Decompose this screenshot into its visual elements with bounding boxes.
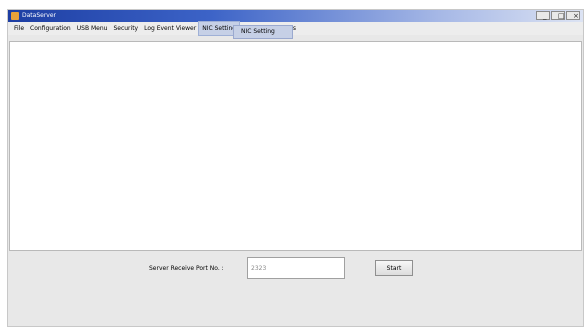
minimize-icon[interactable]: _ (536, 11, 550, 20)
window-controls: _ □ × (536, 11, 580, 20)
menu-log-event-viewer[interactable]: Log Event Viewer (141, 22, 199, 35)
main-content-area (9, 41, 582, 251)
menu-usb[interactable]: USB Menu (74, 22, 111, 35)
menu-file[interactable]: File (11, 22, 27, 35)
close-icon[interactable]: × (566, 11, 580, 20)
maximize-icon[interactable]: □ (551, 11, 565, 20)
menu-bar: File Configuration USB Menu Security Log… (8, 21, 583, 36)
menu-security[interactable]: Security (110, 22, 141, 35)
java-cup-icon (11, 12, 19, 20)
start-button[interactable]: Start (375, 260, 413, 276)
title-bar[interactable]: DataServer _ □ × (8, 10, 583, 22)
nic-setting-dropdown: NIC Setting (233, 25, 293, 39)
app-window: DataServer _ □ × File Configuration USB … (7, 9, 584, 327)
port-input[interactable] (247, 257, 345, 279)
port-label: Server Receive Port No. : (149, 265, 224, 272)
dropdown-item-nic-setting[interactable]: NIC Setting (234, 26, 292, 38)
menu-configuration[interactable]: Configuration (27, 22, 74, 35)
window-title: DataServer (22, 12, 57, 19)
